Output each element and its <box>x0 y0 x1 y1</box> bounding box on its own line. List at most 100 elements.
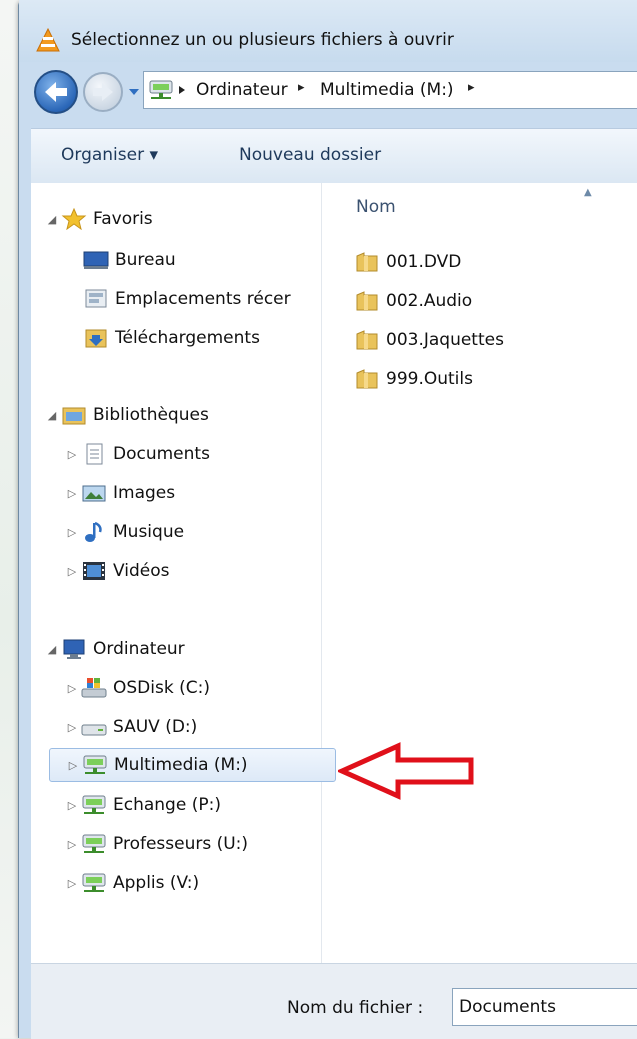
file-item[interactable]: 001.DVD <box>356 247 461 277</box>
filename-label: Nom du fichier : <box>287 998 424 1018</box>
recent-places-icon <box>85 289 107 308</box>
file-open-dialog: Sélectionnez un ou plusieurs fichiers à … <box>18 0 637 1039</box>
tree-label: Téléchargements <box>115 328 260 348</box>
tree-label: OSDisk (C:) <box>113 678 210 698</box>
documents-icon <box>86 443 103 465</box>
sort-ascending-icon: ▲ <box>584 187 592 198</box>
expand-icon[interactable]: ▷ <box>65 487 79 500</box>
folder-icon <box>356 252 378 272</box>
column-header-name[interactable]: Nom <box>356 197 396 217</box>
address-bar[interactable]: Ordinateur ▸ Multimedia (M:) ▸ <box>143 71 637 109</box>
expand-icon[interactable]: ▷ <box>65 838 79 851</box>
expand-icon[interactable]: ▷ <box>65 682 79 695</box>
folder-icon <box>356 291 378 311</box>
tree-item-sauv[interactable]: ▷ SAUV (D:) <box>65 710 198 744</box>
tree-group-favorites[interactable]: ◢ Favoris <box>45 202 153 236</box>
content-panes: ◢ Favoris Bureau Emplacements récer Télé… <box>31 183 637 963</box>
expand-icon[interactable]: ▷ <box>65 721 79 734</box>
file-name: 003.Jaquettes <box>386 330 504 350</box>
tree-label: Echange (P:) <box>113 795 221 815</box>
desktop-icon <box>83 251 109 269</box>
images-icon <box>82 485 106 502</box>
file-item[interactable]: 002.Audio <box>356 286 472 316</box>
expand-icon[interactable]: ▷ <box>65 448 79 461</box>
navigation-pane[interactable]: ◢ Favoris Bureau Emplacements récer Télé… <box>31 183 336 963</box>
tree-item-multimedia-selected[interactable]: ▷ Multimedia (M:) <box>49 748 336 782</box>
tree-item-bureau[interactable]: Bureau <box>81 243 176 277</box>
back-button[interactable] <box>34 70 78 114</box>
red-annotation-arrow-icon <box>338 742 474 800</box>
tree-label: Professeurs (U:) <box>113 834 249 854</box>
expand-icon[interactable]: ▷ <box>65 526 79 539</box>
window-title: Sélectionnez un ou plusieurs fichiers à … <box>71 30 454 50</box>
network-drive-icon <box>149 80 173 99</box>
command-toolbar: Organiser ▾ Nouveau dossier <box>31 128 637 184</box>
tree-label: SAUV (D:) <box>113 717 198 737</box>
tree-item-recent-places[interactable]: Emplacements récer <box>81 282 291 316</box>
tree-label: Bureau <box>115 250 176 270</box>
network-drive-icon <box>82 834 106 853</box>
network-drive-icon <box>82 795 106 814</box>
recent-pages-dropdown-icon[interactable] <box>127 86 141 98</box>
music-icon <box>85 521 102 542</box>
forward-button[interactable] <box>83 72 123 112</box>
expand-icon[interactable]: ▷ <box>65 799 79 812</box>
file-name: 002.Audio <box>386 291 473 311</box>
breadcrumb-multimedia[interactable]: Multimedia (M:) <box>320 80 454 100</box>
title-bar: Sélectionnez un ou plusieurs fichiers à … <box>19 0 637 62</box>
tree-item-osdisk[interactable]: ▷ OSDisk (C:) <box>65 671 210 705</box>
chevron-right-icon[interactable]: ▸ <box>468 80 475 95</box>
vlc-icon <box>36 28 60 52</box>
dialog-footer: Nom du fichier : <box>31 963 637 1039</box>
star-icon <box>61 208 87 230</box>
drive-icon <box>81 724 107 736</box>
breadcrumb-ordinateur[interactable]: Ordinateur <box>196 80 288 100</box>
network-drive-icon <box>82 873 106 892</box>
folder-icon <box>356 330 378 350</box>
tree-label: Favoris <box>93 209 153 229</box>
folder-icon <box>356 369 378 389</box>
tree-label: Ordinateur <box>93 639 185 659</box>
tree-label: Documents <box>113 444 210 464</box>
expand-icon[interactable]: ▷ <box>65 877 79 890</box>
downloads-icon <box>85 329 107 348</box>
tree-item-images[interactable]: ▷ Images <box>65 476 175 510</box>
tree-item-documents[interactable]: ▷ Documents <box>65 437 210 471</box>
tree-item-music[interactable]: ▷ Musique <box>65 515 184 549</box>
tree-label: Emplacements récer <box>115 289 291 309</box>
tree-label: Bibliothèques <box>93 405 209 425</box>
libraries-icon <box>62 407 86 425</box>
tree-item-applis[interactable]: ▷ Applis (V:) <box>65 866 199 900</box>
collapse-icon[interactable]: ◢ <box>45 643 59 656</box>
collapse-icon[interactable]: ◢ <box>45 409 59 422</box>
collapse-icon[interactable]: ◢ <box>45 213 59 226</box>
address-row: Ordinateur ▸ Multimedia (M:) ▸ <box>19 62 637 120</box>
file-list-pane[interactable]: Nom ▲ 001.DVD 002.Audio 003.Jaquettes 99… <box>322 183 637 963</box>
new-folder-button[interactable]: Nouveau dossier <box>239 145 381 165</box>
tree-item-professeurs[interactable]: ▷ Professeurs (U:) <box>65 827 248 861</box>
filename-input[interactable] <box>452 988 637 1026</box>
tree-item-videos[interactable]: ▷ Vidéos <box>65 554 170 588</box>
chevron-right-icon[interactable]: ▸ <box>298 80 305 95</box>
videos-icon <box>83 562 105 580</box>
forward-arrow-icon <box>93 83 113 101</box>
organize-button[interactable]: Organiser ▾ <box>61 145 158 165</box>
tree-label: Vidéos <box>113 561 170 581</box>
tree-item-echange[interactable]: ▷ Echange (P:) <box>65 788 221 822</box>
file-item[interactable]: 999.Outils <box>356 364 473 394</box>
tree-item-downloads[interactable]: Téléchargements <box>81 321 260 355</box>
expand-icon[interactable]: ▷ <box>65 565 79 578</box>
file-item[interactable]: 003.Jaquettes <box>356 325 504 355</box>
expand-icon[interactable]: ▷ <box>66 759 80 772</box>
tree-label: Multimedia (M:) <box>114 755 248 775</box>
network-drive-icon <box>83 755 107 774</box>
tree-label: Applis (V:) <box>113 873 200 893</box>
computer-icon <box>63 639 85 659</box>
file-name: 001.DVD <box>386 252 462 272</box>
tree-group-computer[interactable]: ◢ Ordinateur <box>45 632 185 666</box>
back-arrow-icon <box>45 82 67 102</box>
file-name: 999.Outils <box>386 369 473 389</box>
chevron-right-icon <box>179 86 185 94</box>
os-drive-icon <box>81 678 107 698</box>
tree-group-libraries[interactable]: ◢ Bibliothèques <box>45 398 209 432</box>
